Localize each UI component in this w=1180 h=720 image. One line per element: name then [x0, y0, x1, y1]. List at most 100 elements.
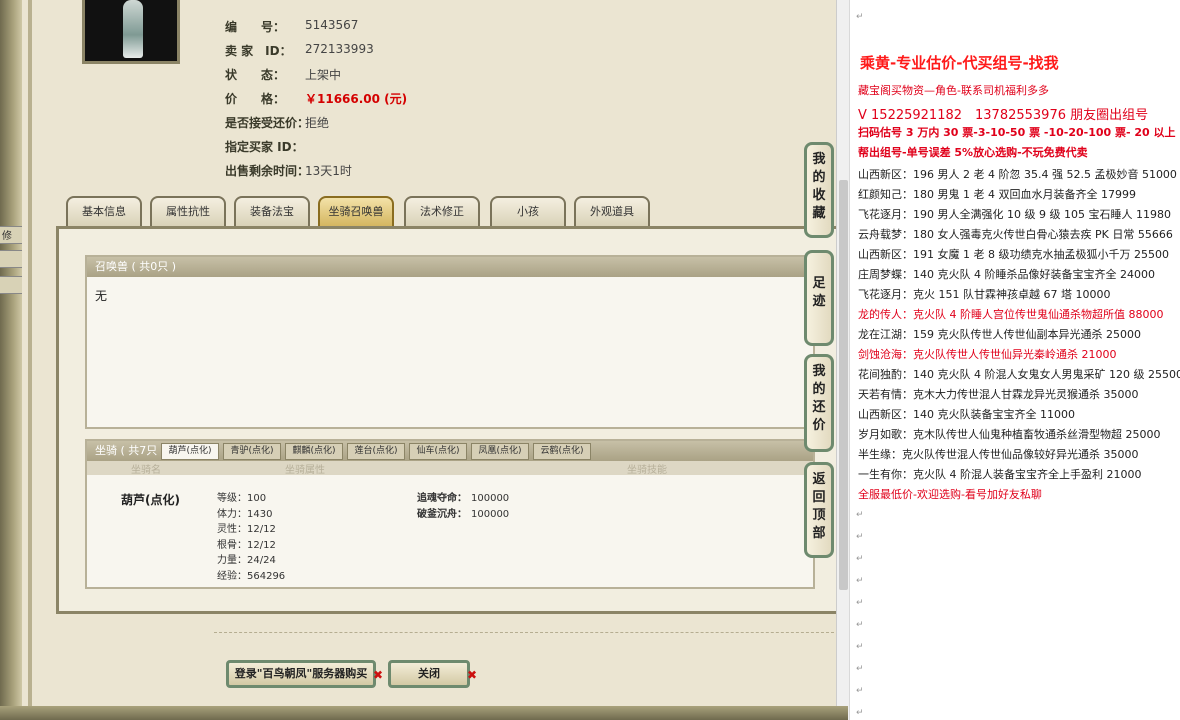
- paragraph-mark: ↵: [856, 12, 864, 22]
- tab-appearance[interactable]: 外观道具: [574, 196, 650, 226]
- login-server-buy-button[interactable]: 登录"百鸟朝凤"服务器购买 ✖: [226, 660, 383, 688]
- close-button[interactable]: 关闭 ✖: [388, 660, 477, 688]
- tab-spells[interactable]: 法术修正: [404, 196, 480, 226]
- summon-body: 无: [95, 289, 108, 303]
- doc-line: 一生有你：克火队 4 阶混人装备宝宝齐全上手盈利 21000: [858, 468, 1142, 481]
- seller-id-value: 272133993: [305, 42, 374, 56]
- stat-bone: 根骨：12/12: [217, 539, 276, 551]
- bottom-window-edge: [0, 706, 848, 720]
- doc-line: 扫码估号 3 万内 30 票-3-10-50 票 -10-20-100 票- 2…: [858, 126, 1180, 139]
- doc-line: 花间独酌：140 克火队 4 阶混人女鬼女人男鬼采矿 120 级 25500: [858, 368, 1180, 381]
- close-x-icon: ✖: [466, 668, 477, 682]
- footprints-button[interactable]: 足迹: [804, 250, 834, 346]
- left-edge-tab[interactable]: [0, 250, 22, 268]
- paragraph-mark: ↵: [856, 532, 864, 542]
- remaining-time-value: 13天1时: [305, 164, 352, 178]
- tab-attributes[interactable]: 属性抗性: [150, 196, 226, 226]
- paragraph-mark: ↵: [856, 686, 864, 696]
- doc-line: 龙在江湖：159 克火队传世人传世仙副本异光通杀 25000: [858, 328, 1141, 341]
- doc-line: 帮出组号-单号误差 5%放心选购-不玩免费代卖: [858, 146, 1088, 159]
- doc-line: 龙的传人：克火队 4 阶睡人宫位传世鬼仙通杀物超所值 88000: [858, 308, 1164, 321]
- close-x-icon: ✖: [372, 668, 383, 682]
- doc-line: 剑蚀沧海：克火队传世人传世仙异光秦岭通杀 21000: [858, 348, 1117, 361]
- status-value: 上架中: [305, 68, 342, 82]
- skill-row: 破釜沉舟： 100000: [417, 507, 509, 523]
- close-button-label: 关闭: [418, 667, 440, 680]
- skill-name: 追魂夺命：: [417, 493, 467, 504]
- left-window-edge: 修: [0, 0, 22, 720]
- info-label: 编 号：: [225, 20, 286, 34]
- screen: 修 编 号： 5143567 卖 家 ID： 272133993 状 态： 上架中 价…: [0, 0, 1180, 720]
- mount-tab[interactable]: 莲台(点化): [347, 443, 405, 460]
- mount-tab[interactable]: 凤凰(点化): [471, 443, 529, 460]
- paragraph-mark: ↵: [856, 620, 864, 630]
- stat-stamina: 体力：1430: [217, 508, 273, 520]
- mount-tab[interactable]: 青驴(点化): [223, 443, 281, 460]
- doc-line: 山西新区：140 克火队装备宝宝齐全 11000: [858, 408, 1075, 421]
- bargain-label: 我的还价: [812, 364, 826, 433]
- tab-equipment[interactable]: 装备法宝: [234, 196, 310, 226]
- left-edge-tab[interactable]: [0, 276, 22, 294]
- vertical-scrollbar[interactable]: [836, 0, 849, 720]
- info-label: 指定买家 ID：: [225, 140, 304, 154]
- col-mount-name: 坐骑名: [131, 465, 161, 476]
- doc-line: 全服最低价-欢迎选购-看号加好友私聊: [858, 488, 1042, 501]
- info-label: 状 态：: [225, 68, 286, 82]
- paragraph-mark: ↵: [856, 554, 864, 564]
- favorites-label: 我的收藏: [812, 152, 826, 221]
- doc-line: 云舟载梦：180 女人强毒克火传世白骨心猿去疾 PK 日常 55666: [858, 228, 1173, 241]
- doc-title: 乘黄-专业估价-代买组号-找我: [860, 54, 1059, 72]
- back-to-top-button[interactable]: 返回顶部: [804, 462, 834, 558]
- doc-line: 山西新区：191 女魔 1 老 8 级功绩克水抽孟极狐小千万 25500: [858, 248, 1169, 261]
- text-document: ↵ 乘黄-专业估价-代买组号-找我 藏宝阁买物资—角色-联系司机福利多多 V 15…: [849, 0, 1180, 720]
- doc-line: 山西新区：196 男人 2 老 4 阶忽 35.4 强 52.5 孟极妙音 51…: [858, 168, 1177, 181]
- mount-columns: 坐骑名 坐骑属性 坐骑技能: [87, 461, 813, 476]
- doc-line: V 15225921182 13782553976 朋友圈出组号: [858, 108, 1149, 123]
- doc-line: 藏宝阁买物资—角色-联系司机福利多多: [858, 84, 1049, 97]
- paragraph-mark: ↵: [856, 598, 864, 608]
- price-value: ￥11666.00 (元): [305, 92, 408, 106]
- doc-line: 红颜知己：180 男鬼 1 老 4 双回血水月装备齐全 17999: [858, 188, 1136, 201]
- tab-basic-info[interactable]: 基本信息: [66, 196, 142, 226]
- skill-value: 100000: [471, 508, 510, 520]
- col-mount-attr: 坐骑属性: [285, 465, 325, 476]
- character-figure: [123, 0, 143, 58]
- info-label: 卖 家 ID：: [225, 44, 292, 58]
- skill-name: 破釜沉舟：: [417, 508, 467, 520]
- doc-line: 天若有情：克木大力传世混人甘霖龙异光灵猴通杀 35000: [858, 388, 1139, 401]
- my-favorites-button[interactable]: 我的收藏: [804, 142, 834, 238]
- info-label: 价 格：: [225, 92, 286, 106]
- doc-line: 飞花逐月：克火 151 队甘霖神孩卓越 67 塔 10000: [858, 288, 1111, 301]
- summon-box: 召唤兽 ( 共0只 ) 无: [85, 255, 815, 429]
- paragraph-mark: ↵: [856, 642, 864, 652]
- footprints-label: 足迹: [812, 276, 826, 309]
- scrollbar-thumb[interactable]: [839, 180, 848, 590]
- paragraph-mark: ↵: [856, 576, 864, 586]
- trade-detail-panel: 编 号： 5143567 卖 家 ID： 272133993 状 态： 上架中 价 格…: [22, 0, 848, 720]
- mount-tab[interactable]: 云鹤(点化): [533, 443, 591, 460]
- bargain-value: 拒绝: [305, 116, 330, 130]
- doc-line: 岁月如歌：克木队传世人仙鬼种植畜牧通杀丝滑型物超 25000: [858, 428, 1161, 441]
- summon-header: 召唤兽 ( 共0只 ): [87, 257, 813, 277]
- skill-row: 追魂夺命： 100000: [417, 491, 509, 507]
- my-bargains-button[interactable]: 我的还价: [804, 354, 834, 452]
- panel-border: [28, 0, 32, 720]
- info-label: 是否接受还价：: [225, 116, 310, 130]
- divider: [214, 632, 834, 633]
- stat-level: 等级：100: [217, 493, 267, 504]
- tab-children[interactable]: 小孩: [490, 196, 566, 226]
- doc-line: 半生缘：克火队传世混人传世仙品像较好异光通杀 35000: [858, 448, 1139, 461]
- col-mount-skill: 坐骑技能: [627, 465, 667, 476]
- doc-line: 飞花逐月：190 男人全满强化 10 级 9 级 105 宝石睡人 11980: [858, 208, 1171, 221]
- mount-tab[interactable]: 葫芦(点化): [161, 443, 219, 460]
- mount-name: 葫芦(点化): [121, 493, 180, 507]
- mount-skills: 追魂夺命： 100000 破釜沉舟： 100000: [417, 491, 509, 522]
- stat-strength: 力量：24/24: [217, 555, 276, 566]
- tab-mounts-summons[interactable]: 坐骑召唤兽: [318, 196, 394, 226]
- left-edge-tab[interactable]: 修: [0, 226, 22, 244]
- mount-tab[interactable]: 麒麟(点化): [285, 443, 343, 460]
- mount-box: 坐骑 ( 共7只 葫芦(点化) 青驴(点化) 麒麟(点化) 莲台(点化) 仙车(…: [85, 439, 815, 589]
- character-avatar: [82, 0, 180, 64]
- doc-line: 庄周梦蝶：140 克火队 4 阶睡杀品像好装备宝宝齐全 24000: [858, 268, 1155, 281]
- mount-tab[interactable]: 仙车(点化): [409, 443, 467, 460]
